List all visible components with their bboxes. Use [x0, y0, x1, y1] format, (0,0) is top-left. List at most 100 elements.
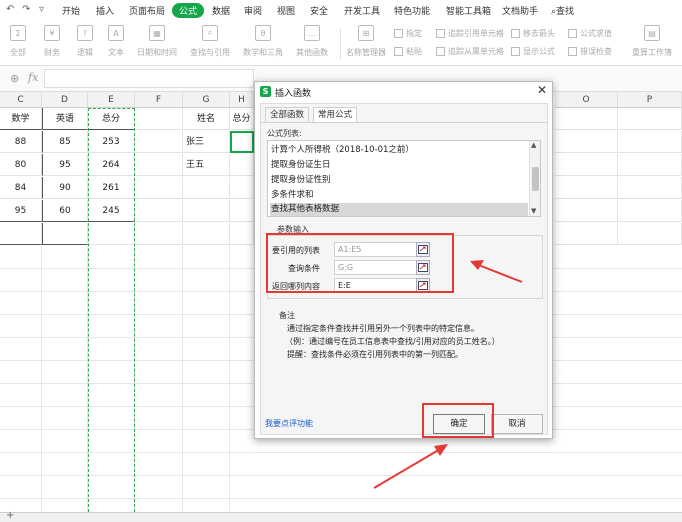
- recalculate-button[interactable]: ▤ 重算工作簿: [632, 24, 672, 58]
- cell-header-total-2[interactable]: 总分: [230, 108, 254, 130]
- scroll-down-icon[interactable]: ▼: [531, 207, 536, 215]
- cell-g3[interactable]: 王五: [183, 154, 230, 176]
- cell-d3[interactable]: 95: [42, 154, 88, 176]
- cell-p2[interactable]: [618, 131, 682, 153]
- cell-header-name[interactable]: 姓名: [183, 108, 230, 130]
- cell-f1[interactable]: [135, 108, 183, 130]
- cell-h4[interactable]: [230, 177, 254, 199]
- list-scrollbar[interactable]: ▲ ▼: [529, 141, 540, 216]
- add-sheet-icon[interactable]: +: [6, 510, 14, 521]
- cell-f6[interactable]: [135, 223, 183, 245]
- column-header-h[interactable]: H: [230, 92, 254, 108]
- menu-start[interactable]: 开始: [62, 4, 80, 17]
- define-name-button[interactable]: 指定: [394, 28, 422, 39]
- column-header-e[interactable]: E: [88, 92, 135, 108]
- menu-special[interactable]: 特色功能: [394, 4, 430, 17]
- finance-button[interactable]: ¥ 财务: [44, 24, 60, 58]
- column-header-f[interactable]: F: [135, 92, 183, 108]
- close-icon[interactable]: ✕: [537, 83, 547, 97]
- dialog-titlebar[interactable]: S 插入函数 ✕: [255, 82, 552, 102]
- show-formulas-button[interactable]: 显示公式: [511, 46, 555, 57]
- menu-developer[interactable]: 开发工具: [344, 4, 380, 17]
- cell-d2[interactable]: 85: [42, 131, 88, 153]
- undo-icon[interactable]: ↶: [6, 4, 14, 15]
- cell-o5[interactable]: [555, 200, 618, 222]
- cell-c6[interactable]: [0, 223, 42, 245]
- paste-button[interactable]: 粘贴: [394, 46, 422, 57]
- column-header-o[interactable]: O: [555, 92, 618, 108]
- fx-icon[interactable]: fx: [28, 71, 38, 84]
- math-button[interactable]: θ 数学和三角: [243, 24, 283, 58]
- cell-f2[interactable]: [135, 131, 183, 153]
- cell-o2[interactable]: [555, 131, 618, 153]
- cell-d5[interactable]: 60: [42, 200, 88, 222]
- menu-review[interactable]: 审阅: [244, 4, 262, 17]
- cell-f4[interactable]: [135, 177, 183, 199]
- menu-smart-tools[interactable]: 智能工具箱: [446, 4, 491, 17]
- column-header-g[interactable]: G: [183, 92, 230, 108]
- menu-data[interactable]: 数据: [212, 4, 230, 17]
- cell-f5[interactable]: [135, 200, 183, 222]
- cell-p1[interactable]: [618, 108, 682, 130]
- all-functions-button[interactable]: Σ 全部: [10, 24, 26, 58]
- column-header-c[interactable]: C: [0, 92, 42, 108]
- menu-view[interactable]: 视图: [277, 4, 295, 17]
- cell-d6[interactable]: [42, 223, 88, 245]
- cell-p4[interactable]: [618, 177, 682, 199]
- lookup-button[interactable]: ⌕ 查找与引用: [190, 24, 230, 58]
- list-item-selected[interactable]: 查找其他表格数据: [270, 203, 528, 216]
- remove-arrows-button[interactable]: 移去箭头: [511, 28, 555, 39]
- evaluate-formula-button[interactable]: 公式求值: [568, 28, 612, 39]
- cell-o4[interactable]: [555, 177, 618, 199]
- menu-formula[interactable]: 公式: [172, 3, 205, 18]
- scroll-up-icon[interactable]: ▲: [531, 141, 536, 149]
- formula-listbox[interactable]: 计算个人所得税（2018-10-01之前） 提取身份证生日 提取身份证性别 多条…: [267, 140, 541, 217]
- trace-precedents-button[interactable]: 追踪引用单元格: [436, 28, 504, 39]
- menu-page-layout[interactable]: 页面布局: [129, 4, 165, 17]
- cell-o1[interactable]: [555, 108, 618, 130]
- zoom-icon[interactable]: ⊕: [10, 72, 19, 85]
- cell-h6[interactable]: [230, 223, 254, 245]
- cell-o3[interactable]: [555, 154, 618, 176]
- error-check-button[interactable]: 错误检查: [568, 46, 612, 57]
- list-item[interactable]: 计算个人所得税（2018-10-01之前）: [270, 143, 528, 158]
- date-time-button[interactable]: ▦ 日期和时间: [137, 24, 177, 58]
- trace-dependents-button[interactable]: 追踪从属单元格: [436, 46, 504, 57]
- formula-input[interactable]: [44, 69, 254, 88]
- cancel-button[interactable]: 取消: [491, 414, 543, 434]
- menu-doc-assistant[interactable]: 文档助手: [502, 4, 538, 17]
- cell-c3[interactable]: 80: [0, 154, 42, 176]
- cell-g2[interactable]: 张三: [183, 131, 230, 153]
- cell-h2-selected[interactable]: [230, 131, 254, 153]
- cell-c5[interactable]: 95: [0, 200, 42, 222]
- cell-p3[interactable]: [618, 154, 682, 176]
- cell-g5[interactable]: [183, 200, 230, 222]
- logic-button[interactable]: ? 逻辑: [77, 24, 93, 58]
- cell-p5[interactable]: [618, 200, 682, 222]
- cell-p6[interactable]: [618, 223, 682, 245]
- cell-c4[interactable]: 84: [0, 177, 42, 199]
- cell-g6[interactable]: [183, 223, 230, 245]
- cell-c2[interactable]: 88: [0, 131, 42, 153]
- cell-f3[interactable]: [135, 154, 183, 176]
- redo-icon[interactable]: ↷: [22, 4, 30, 15]
- customize-icon[interactable]: ▿: [39, 4, 44, 15]
- cell-o6[interactable]: [555, 223, 618, 245]
- cell-g4[interactable]: [183, 177, 230, 199]
- menu-security[interactable]: 安全: [310, 4, 328, 17]
- cell-h5[interactable]: [230, 200, 254, 222]
- cell-d4[interactable]: 90: [42, 177, 88, 199]
- menu-insert[interactable]: 插入: [96, 4, 114, 17]
- tab-all-functions[interactable]: 全部函数: [265, 107, 310, 122]
- list-item[interactable]: 提取身份证生日: [270, 158, 528, 173]
- cell-header-english[interactable]: 英语: [42, 108, 88, 130]
- text-button[interactable]: A 文本: [108, 24, 124, 58]
- search-menu[interactable]: ⌕查找: [551, 4, 574, 17]
- feedback-link[interactable]: 我要点评功能: [265, 418, 313, 429]
- tab-common-formulas[interactable]: 常用公式: [313, 107, 358, 123]
- cell-header-math[interactable]: 数学: [0, 108, 42, 130]
- column-header-p[interactable]: P: [618, 92, 682, 108]
- column-header-d[interactable]: D: [42, 92, 88, 108]
- other-functions-button[interactable]: … 其他函数: [296, 24, 328, 58]
- list-item[interactable]: 多条件求和: [270, 188, 528, 203]
